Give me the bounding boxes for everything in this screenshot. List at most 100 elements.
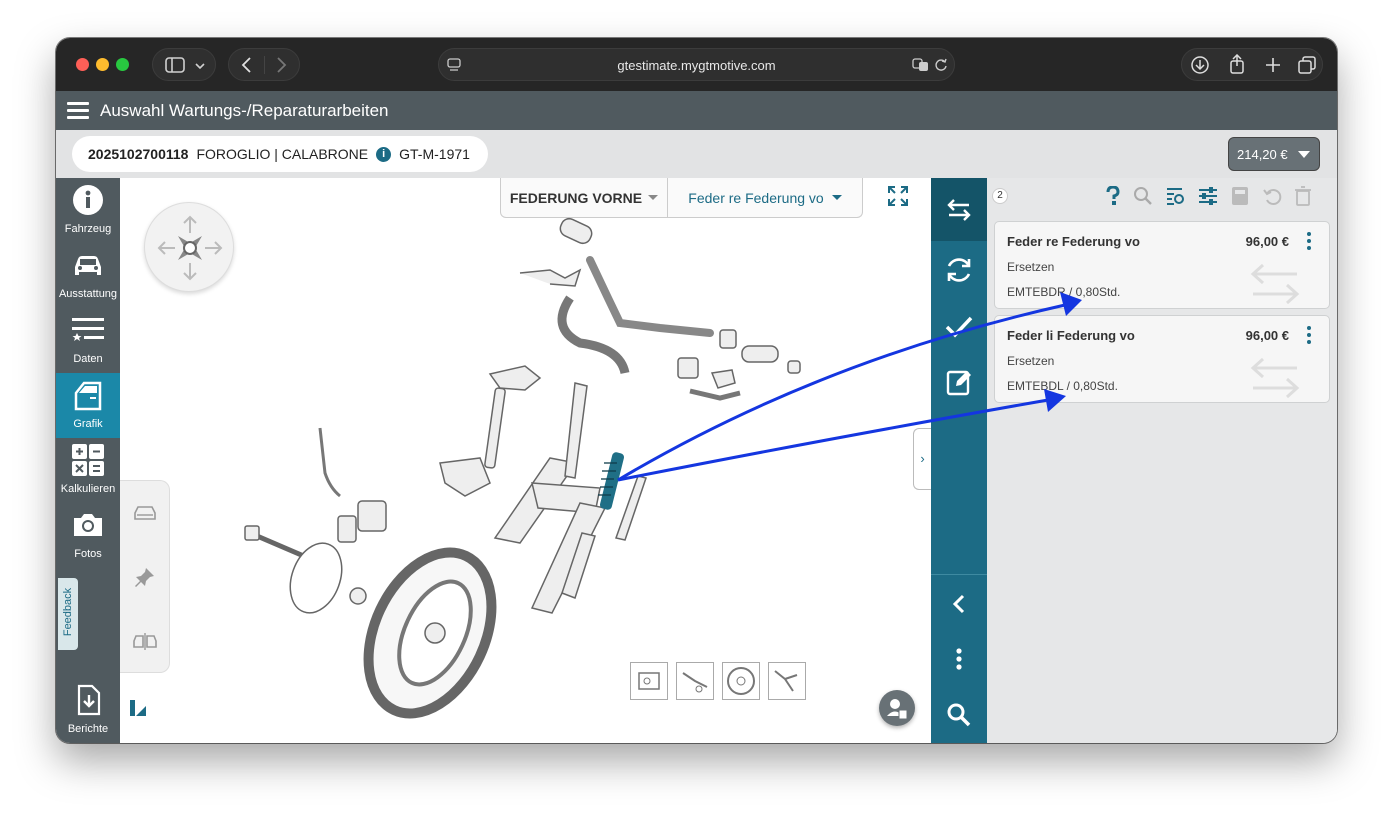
history-nav xyxy=(228,48,300,81)
highlighted-spring-part[interactable] xyxy=(598,451,625,510)
lower-clamp-part xyxy=(439,457,491,497)
search-part-icon[interactable] xyxy=(1133,186,1153,206)
grip-right-part xyxy=(741,345,779,363)
grip-part xyxy=(559,217,593,245)
view-thumbnails xyxy=(630,662,806,700)
operations-toolbar: 2 xyxy=(987,178,1337,214)
action-bar xyxy=(931,178,987,743)
browser-actions xyxy=(1181,48,1323,81)
brake-pad-part xyxy=(337,515,357,543)
replace-cycle-icon[interactable] xyxy=(943,254,975,286)
nav-item-ausstattung[interactable]: Ausstattung xyxy=(56,243,120,308)
more-vertical-icon[interactable] xyxy=(943,643,975,675)
camera-icon xyxy=(74,514,102,536)
caret-down-icon xyxy=(1297,150,1310,158)
nav-item-fahrzeug[interactable]: Fahrzeug xyxy=(56,178,120,243)
handlebar-part xyxy=(586,256,714,337)
minimize-window-button[interactable] xyxy=(96,58,109,71)
operation-code: EMTEBDR / 0,80Std. xyxy=(1007,285,1121,299)
total-price: 214,20 € xyxy=(1237,146,1288,162)
operations-panel: 2 Feder re Federung vo 96,00 € Ersetzen … xyxy=(987,178,1337,743)
nav-label: Grafik xyxy=(73,418,103,430)
nav-label: Berichte xyxy=(67,723,109,735)
panel-toggle[interactable]: › xyxy=(913,428,931,490)
vehicle-id: 2025102700118 xyxy=(88,146,189,162)
nav-item-fotos[interactable]: Fotos xyxy=(56,503,120,568)
zoom-window-button[interactable] xyxy=(116,58,129,71)
page-title: Auswahl Wartungs-/Reparaturarbeiten xyxy=(100,101,389,120)
nav-label: Kalkulieren xyxy=(60,483,116,495)
vehicle-plate: GT-M-1971 xyxy=(399,146,470,162)
search-icon[interactable] xyxy=(943,699,975,731)
download-doc-icon xyxy=(77,684,101,716)
calculator-small-icon[interactable] xyxy=(1231,186,1249,206)
sidebar-toggle-button[interactable] xyxy=(152,48,216,81)
car-compare-icon[interactable] xyxy=(132,631,158,651)
checkmark-icon[interactable] xyxy=(943,310,975,342)
wheel-thumbnail-icon xyxy=(727,667,755,695)
thumbnail-wheel[interactable] xyxy=(722,662,760,700)
more-vertical-icon[interactable] xyxy=(1307,232,1311,250)
nav-item-berichte[interactable]: Berichte xyxy=(56,678,120,743)
calculator-icon xyxy=(72,444,104,476)
url-text: gtestimate.mygtmotive.com xyxy=(617,58,776,73)
help-question-icon[interactable] xyxy=(1105,186,1121,206)
downloads-icon[interactable] xyxy=(1190,55,1210,75)
swap-watermark-icon xyxy=(1250,357,1300,399)
thumbnail-engine[interactable] xyxy=(630,662,668,700)
list-star-icon xyxy=(72,318,104,341)
app-header: Auswahl Wartungs-/Reparaturarbeiten xyxy=(56,91,1337,130)
trash-icon[interactable] xyxy=(1295,186,1311,206)
nav-item-daten[interactable]: Daten xyxy=(56,308,120,373)
controls-thumbnail-icon xyxy=(774,670,798,692)
sliders-icon[interactable] xyxy=(1198,186,1218,206)
hamburger-menu-icon[interactable] xyxy=(67,102,89,120)
undo-icon[interactable] xyxy=(1262,186,1282,206)
pin-icon[interactable] xyxy=(134,566,156,588)
back-chevron-icon[interactable] xyxy=(241,57,253,73)
new-tab-icon[interactable] xyxy=(1265,57,1281,73)
left-navigation: Fahrzeug Ausstattung Daten Grafik Kalkul… xyxy=(56,178,120,743)
car-layers-icon[interactable] xyxy=(132,503,158,523)
operation-code: EMTEBDL / 0,80Std. xyxy=(1007,379,1118,393)
exploded-parts-drawing[interactable] xyxy=(120,178,931,743)
info-icon xyxy=(73,185,103,215)
assign-user-button[interactable] xyxy=(879,690,915,726)
edit-note-icon[interactable] xyxy=(943,366,975,398)
operation-card[interactable]: Feder re Federung vo 96,00 € Ersetzen EM… xyxy=(994,221,1330,309)
swap-arrows-icon[interactable] xyxy=(943,194,975,226)
car-icon xyxy=(75,256,101,275)
tool-tray xyxy=(120,480,170,673)
share-icon[interactable] xyxy=(1228,54,1246,74)
vehicle-info-icon[interactable]: i xyxy=(376,146,392,162)
axle-nut-part xyxy=(244,525,260,541)
swap-watermark-icon xyxy=(1250,263,1300,305)
thumbnail-handlebar[interactable] xyxy=(676,662,714,700)
list-search-icon[interactable] xyxy=(1166,186,1186,206)
operations-count-badge: 2 xyxy=(992,188,1008,204)
collapse-chevron-icon[interactable] xyxy=(943,588,975,620)
browser-window: gtestimate.mygtmotive.com Auswahl Wartun… xyxy=(56,38,1337,743)
graphic-canvas[interactable]: FEDERUNG VORNE Feder re Federung vo › xyxy=(120,178,931,743)
reload-icon[interactable] xyxy=(934,58,948,72)
close-window-button[interactable] xyxy=(76,58,89,71)
operation-card[interactable]: Feder li Federung vo 96,00 € Ersetzen EM… xyxy=(994,315,1330,403)
lever-right-part xyxy=(689,388,741,401)
nav-item-grafik[interactable]: Grafik xyxy=(56,373,120,438)
tab-overview-icon[interactable] xyxy=(1298,56,1316,74)
thumbnail-controls[interactable] xyxy=(768,662,806,700)
more-vertical-icon[interactable] xyxy=(1307,326,1311,344)
feedback-tab[interactable]: Feedback xyxy=(58,578,78,650)
browser-toolbar: gtestimate.mygtmotive.com xyxy=(56,38,1337,91)
translate-icon[interactable] xyxy=(912,58,930,72)
top-clamp-part xyxy=(488,365,542,391)
operation-action: Ersetzen xyxy=(1007,354,1055,368)
address-bar[interactable]: gtestimate.mygtmotive.com xyxy=(438,48,955,81)
nav-item-kalkulieren[interactable]: Kalkulieren xyxy=(56,438,120,503)
total-price-button[interactable]: 214,20 € xyxy=(1228,137,1320,171)
operation-price: 96,00 € xyxy=(1245,234,1289,249)
sidebar-icon xyxy=(165,57,185,73)
brake-caliper-part xyxy=(357,500,387,532)
nav-label: Daten xyxy=(73,353,103,365)
forward-chevron-icon[interactable] xyxy=(275,57,287,73)
